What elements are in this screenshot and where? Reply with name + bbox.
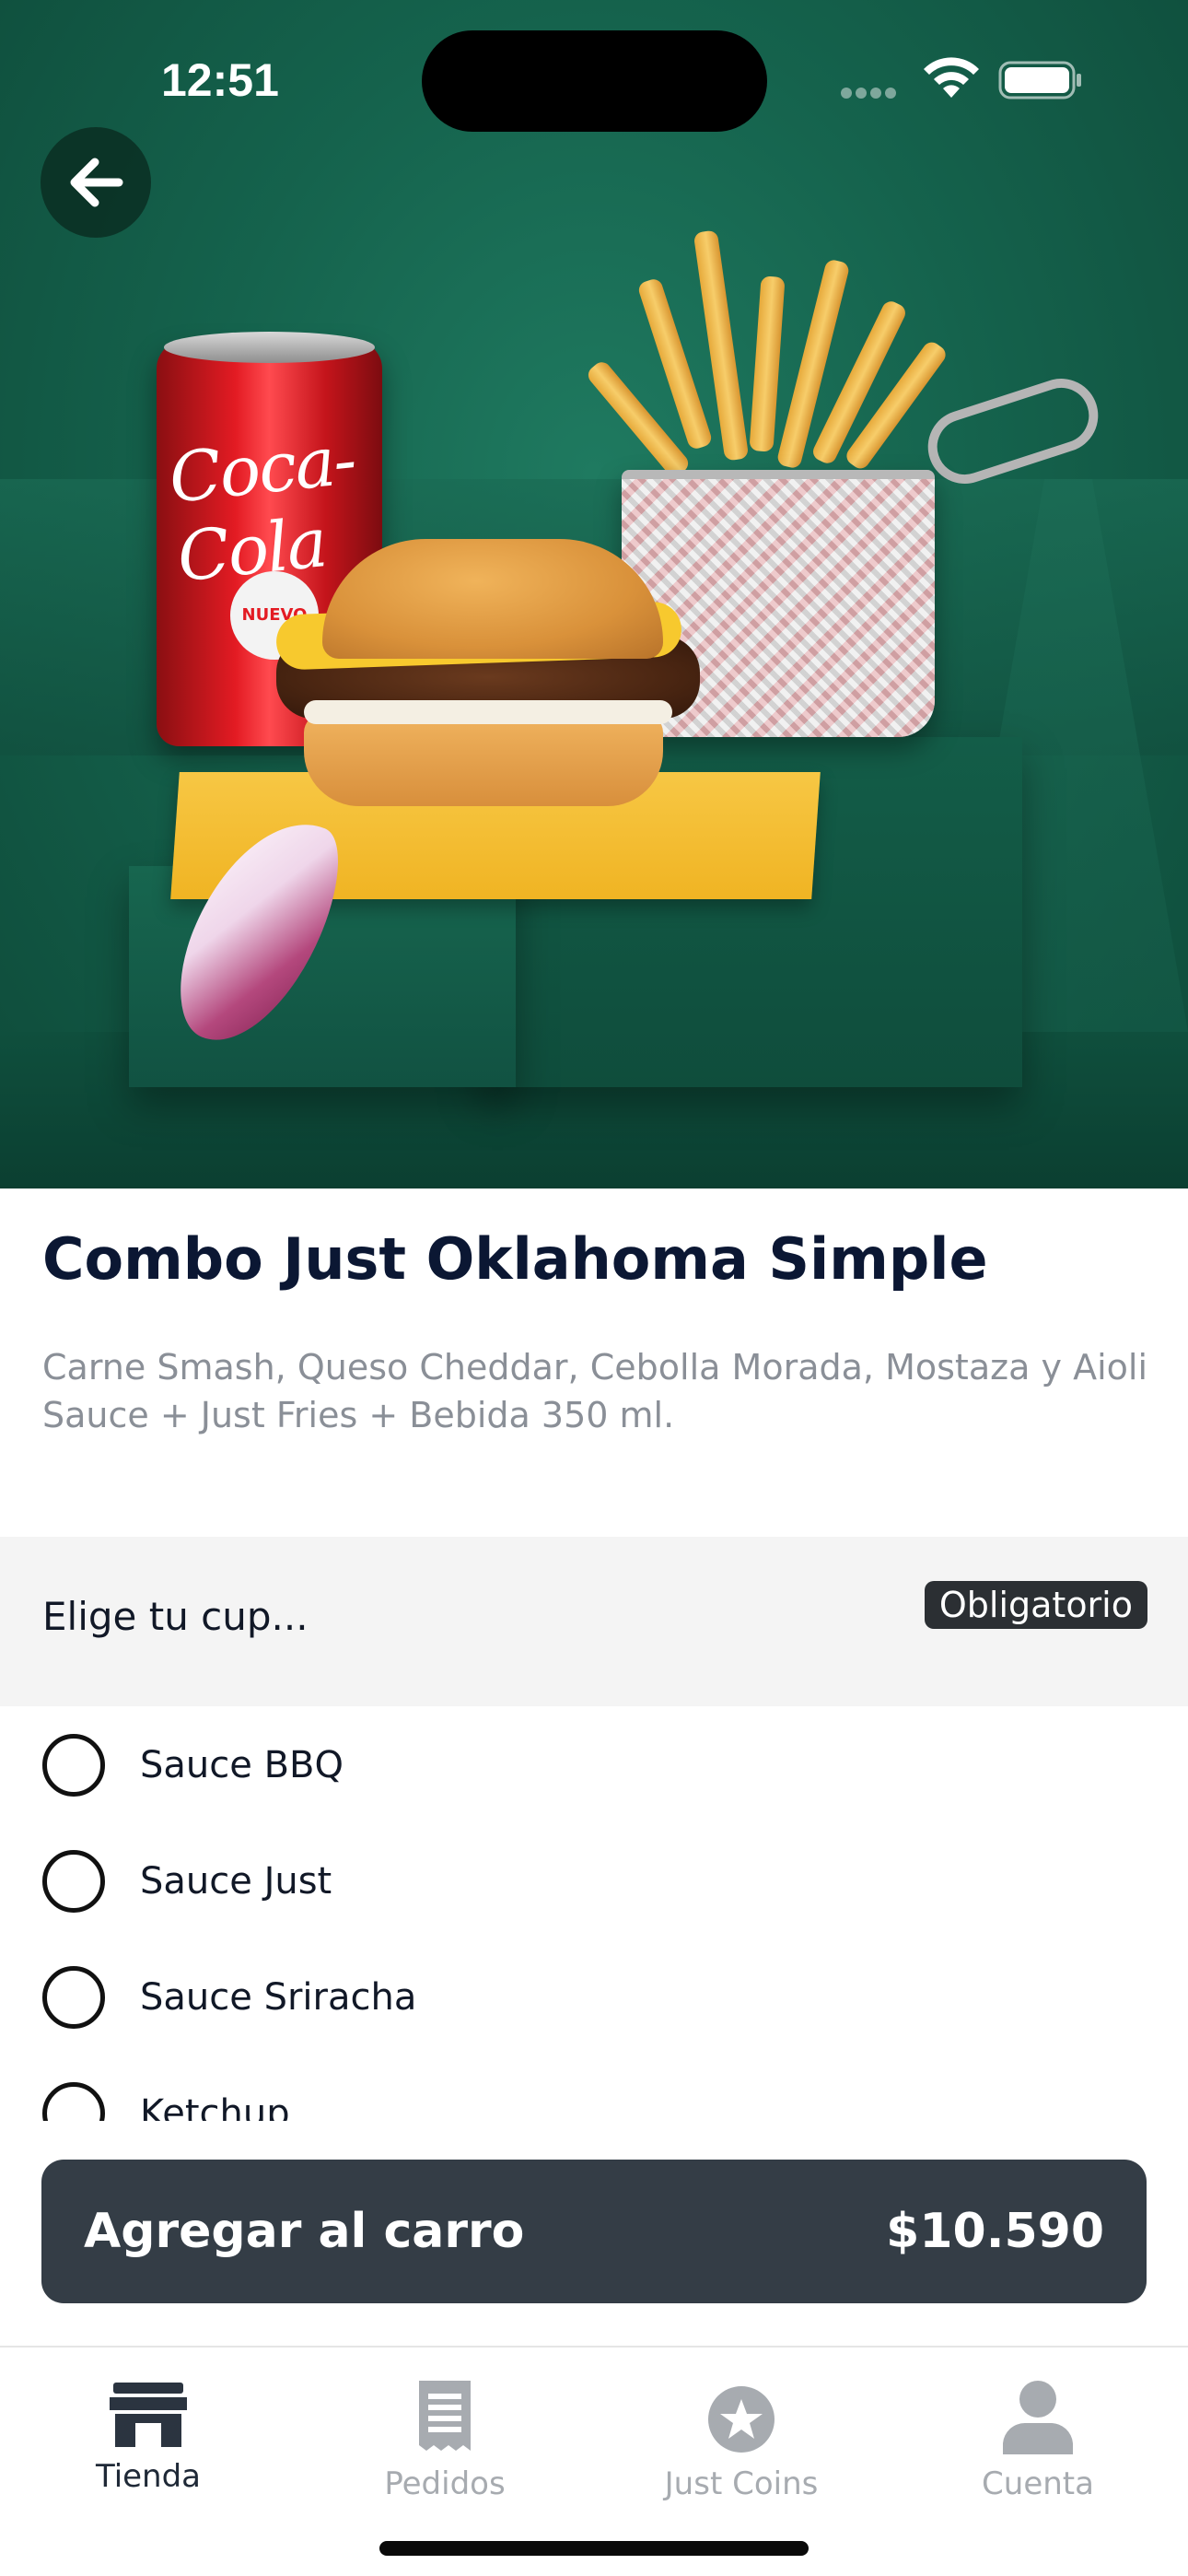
tab-label: Pedidos [384, 2465, 506, 2502]
radio-button[interactable] [42, 1966, 105, 2029]
dynamic-island [422, 30, 767, 132]
tab-label: Tienda [95, 2458, 202, 2495]
tab-just-coins[interactable]: Just Coins [593, 2348, 890, 2532]
product-title: Combo Just Oklahoma Simple [42, 1225, 988, 1293]
status-time: 12:51 [161, 54, 279, 106]
cellular-signal-icon [841, 85, 905, 99]
option-sauce-just[interactable]: Sauce Just [42, 1835, 332, 1927]
tab-pedidos[interactable]: Pedidos [297, 2348, 593, 2532]
radio-button[interactable] [42, 1734, 105, 1797]
can-top [164, 332, 375, 363]
product-image: Coca-Cola NUEVO [0, 0, 1188, 1188]
cart-price: $10.590 [886, 2204, 1104, 2259]
option-sauce-bbq[interactable]: Sauce BBQ [42, 1719, 344, 1811]
option-ketchup[interactable]: Ketchup [42, 2067, 290, 2121]
tab-tienda[interactable]: Tienda [0, 2348, 297, 2532]
back-button[interactable] [41, 127, 151, 238]
add-to-cart-button[interactable]: Agregar al carro $10.590 [41, 2160, 1147, 2303]
burger-bun-bottom [304, 714, 663, 806]
burger-bun-top [322, 539, 663, 659]
option-list: Sauce BBQ Sauce Just Sauce Sriracha Ketc… [0, 1706, 1188, 2121]
required-badge: Obligatorio [924, 1581, 1147, 1629]
store-icon [110, 2383, 187, 2447]
option-sauce-sriracha[interactable]: Sauce Sriracha [42, 1951, 416, 2043]
option-label: Sauce Sriracha [140, 1976, 417, 2019]
option-group-label: Elige tu cup... [42, 1594, 309, 1639]
option-label: Sauce BBQ [140, 1744, 344, 1786]
receipt-icon [419, 2381, 471, 2451]
tab-label: Just Coins [664, 2465, 819, 2502]
fry [749, 275, 786, 452]
option-label: Sauce Just [140, 1860, 332, 1903]
burger-sauce [304, 700, 672, 724]
radio-button[interactable] [42, 1850, 105, 1913]
battery-icon [998, 61, 1081, 100]
tab-label: Cuenta [982, 2465, 1094, 2502]
option-group-header: Elige tu cup... Obligatorio [0, 1537, 1188, 1706]
arrow-left-icon [70, 158, 123, 207]
basket-handle [918, 369, 1108, 494]
home-indicator [379, 2541, 809, 2556]
add-to-cart-label: Agregar al carro [84, 2204, 525, 2259]
radio-button[interactable] [42, 2082, 105, 2121]
option-label: Ketchup [140, 2092, 290, 2121]
person-icon [1003, 2381, 1073, 2454]
star-coin-icon [708, 2386, 775, 2453]
product-description: Carne Smash, Queso Cheddar, Cebolla Mora… [42, 1347, 1147, 1435]
tab-cuenta[interactable]: Cuenta [890, 2348, 1186, 2532]
wifi-icon [924, 57, 979, 98]
